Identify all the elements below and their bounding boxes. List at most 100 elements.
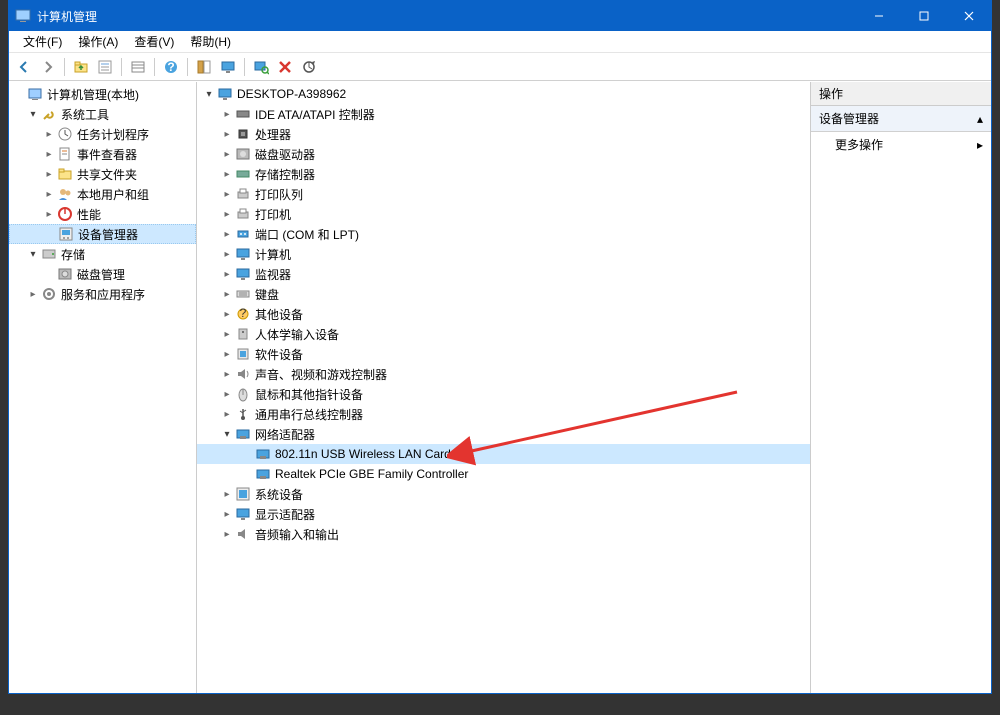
up-button[interactable] xyxy=(70,56,92,78)
properties-button[interactable] xyxy=(94,56,116,78)
help-button[interactable]: ? xyxy=(160,56,182,78)
device-item-12[interactable]: ▸人体学输入设备 xyxy=(197,324,810,344)
refresh-button[interactable] xyxy=(298,56,320,78)
expander-closed-icon[interactable]: ▸ xyxy=(221,228,233,240)
actions-section-title[interactable]: 设备管理器 ▴ xyxy=(811,106,991,132)
device-item-18[interactable]: 802.11n USB Wireless LAN Card xyxy=(197,444,810,464)
nav-item-8[interactable]: ▾ 存储 xyxy=(9,244,196,264)
device-item-16[interactable]: ▸ 通用串行总线控制器 xyxy=(197,404,810,424)
expander-closed-icon[interactable]: ▸ xyxy=(221,288,233,300)
device-item-15[interactable]: ▸鼠标和其他指针设备 xyxy=(197,384,810,404)
more-actions-item[interactable]: 更多操作 ▸ xyxy=(811,132,991,157)
expander-closed-icon[interactable]: ▸ xyxy=(221,248,233,260)
expander-closed-icon[interactable]: ▸ xyxy=(221,528,233,540)
menu-help[interactable]: 帮助(H) xyxy=(182,31,239,52)
scan-button[interactable] xyxy=(250,56,272,78)
nav-item-4[interactable]: ▸共享文件夹 xyxy=(9,164,196,184)
device-item-20[interactable]: ▸系统设备 xyxy=(197,484,810,504)
expander-closed-icon[interactable]: ▸ xyxy=(221,148,233,160)
hid-icon xyxy=(235,326,251,342)
device-item-5[interactable]: ▸打印队列 xyxy=(197,184,810,204)
device-item-6[interactable]: ▸打印机 xyxy=(197,204,810,224)
device-item-22[interactable]: ▸音频输入和输出 xyxy=(197,524,810,544)
device-item-17[interactable]: ▾网络适配器 xyxy=(197,424,810,444)
task-icon xyxy=(57,126,73,142)
expander-closed-icon[interactable]: ▸ xyxy=(221,168,233,180)
device-label: 监视器 xyxy=(255,266,291,283)
device-item-10[interactable]: ▸键盘 xyxy=(197,284,810,304)
expander-closed-icon[interactable]: ▸ xyxy=(43,188,55,200)
minimize-button[interactable] xyxy=(856,1,901,31)
device-item-9[interactable]: ▸ 监视器 xyxy=(197,264,810,284)
nav-item-3[interactable]: ▸事件查看器 xyxy=(9,144,196,164)
nav-item-2[interactable]: ▸任务计划程序 xyxy=(9,124,196,144)
device-label: 通用串行总线控制器 xyxy=(255,406,363,423)
nav-label: 磁盘管理 xyxy=(77,266,125,283)
show-hide-button[interactable] xyxy=(193,56,215,78)
device-item-3[interactable]: ▸磁盘驱动器 xyxy=(197,144,810,164)
device-label: 存储控制器 xyxy=(255,166,315,183)
expander-closed-icon[interactable]: ▸ xyxy=(221,108,233,120)
device-item-21[interactable]: ▸显示适配器 xyxy=(197,504,810,524)
nav-item-6[interactable]: ▸性能 xyxy=(9,204,196,224)
device-item-11[interactable]: ▸?其他设备 xyxy=(197,304,810,324)
expander-closed-icon[interactable]: ▸ xyxy=(221,328,233,340)
expander-open-icon[interactable]: ▾ xyxy=(221,428,233,440)
expander-closed-icon[interactable]: ▸ xyxy=(43,208,55,220)
nav-item-7[interactable]: 设备管理器 xyxy=(9,224,196,244)
expander-open-icon[interactable]: ▾ xyxy=(27,248,39,260)
expander-open-icon[interactable]: ▾ xyxy=(27,108,39,120)
expander-closed-icon[interactable]: ▸ xyxy=(221,128,233,140)
expander-closed-icon[interactable]: ▸ xyxy=(43,168,55,180)
expander-none xyxy=(241,468,253,480)
device-item-8[interactable]: ▸计算机 xyxy=(197,244,810,264)
menu-action[interactable]: 操作(A) xyxy=(70,31,126,52)
device-item-14[interactable]: ▸声音、视频和游戏控制器 xyxy=(197,364,810,384)
menu-file[interactable]: 文件(F) xyxy=(15,31,70,52)
nav-item-10[interactable]: ▸服务和应用程序 xyxy=(9,284,196,304)
expander-closed-icon[interactable]: ▸ xyxy=(221,208,233,220)
storage-icon xyxy=(41,246,57,262)
monitor-button[interactable] xyxy=(217,56,239,78)
expander-closed-icon[interactable]: ▸ xyxy=(221,488,233,500)
delete-button[interactable] xyxy=(274,56,296,78)
expander-closed-icon[interactable]: ▸ xyxy=(221,188,233,200)
nav-item-9[interactable]: 磁盘管理 xyxy=(9,264,196,284)
expander-closed-icon[interactable]: ▸ xyxy=(27,288,39,300)
forward-button[interactable] xyxy=(37,56,59,78)
toolbar-separator xyxy=(64,58,65,76)
list-button[interactable] xyxy=(127,56,149,78)
expander-closed-icon[interactable]: ▸ xyxy=(221,348,233,360)
expander-closed-icon[interactable]: ▸ xyxy=(221,508,233,520)
device-item-19[interactable]: Realtek PCIe GBE Family Controller xyxy=(197,464,810,484)
expander-closed-icon[interactable]: ▸ xyxy=(221,308,233,320)
close-button[interactable] xyxy=(946,1,991,31)
expander-closed-icon[interactable]: ▸ xyxy=(43,148,55,160)
device-item-7[interactable]: ▸端口 (COM 和 LPT) xyxy=(197,224,810,244)
device-item-0[interactable]: ▾DESKTOP-A398962 xyxy=(197,84,810,104)
device-item-2[interactable]: ▸处理器 xyxy=(197,124,810,144)
nav-item-0[interactable]: 计算机管理(本地) xyxy=(9,84,196,104)
tools-icon xyxy=(41,106,57,122)
nav-label: 存储 xyxy=(61,246,85,263)
expander-closed-icon[interactable]: ▸ xyxy=(221,368,233,380)
pc-icon xyxy=(217,86,233,102)
maximize-button[interactable] xyxy=(901,1,946,31)
toolbar: ? xyxy=(9,53,991,81)
expander-closed-icon[interactable]: ▸ xyxy=(221,388,233,400)
expander-closed-icon[interactable]: ▸ xyxy=(221,408,233,420)
nav-item-1[interactable]: ▾系统工具 xyxy=(9,104,196,124)
device-item-13[interactable]: ▸软件设备 xyxy=(197,344,810,364)
menu-view[interactable]: 查看(V) xyxy=(126,31,182,52)
nav-item-5[interactable]: ▸本地用户和组 xyxy=(9,184,196,204)
back-button[interactable] xyxy=(13,56,35,78)
expander-open-icon[interactable]: ▾ xyxy=(203,88,215,100)
computer-icon xyxy=(235,246,251,262)
device-item-1[interactable]: ▸IDE ATA/ATAPI 控制器 xyxy=(197,104,810,124)
expander-closed-icon[interactable]: ▸ xyxy=(43,128,55,140)
device-label: 802.11n USB Wireless LAN Card xyxy=(275,447,451,461)
disk-icon xyxy=(57,266,73,282)
cpu-icon xyxy=(235,126,251,142)
device-item-4[interactable]: ▸ 存储控制器 xyxy=(197,164,810,184)
expander-closed-icon[interactable]: ▸ xyxy=(221,268,233,280)
